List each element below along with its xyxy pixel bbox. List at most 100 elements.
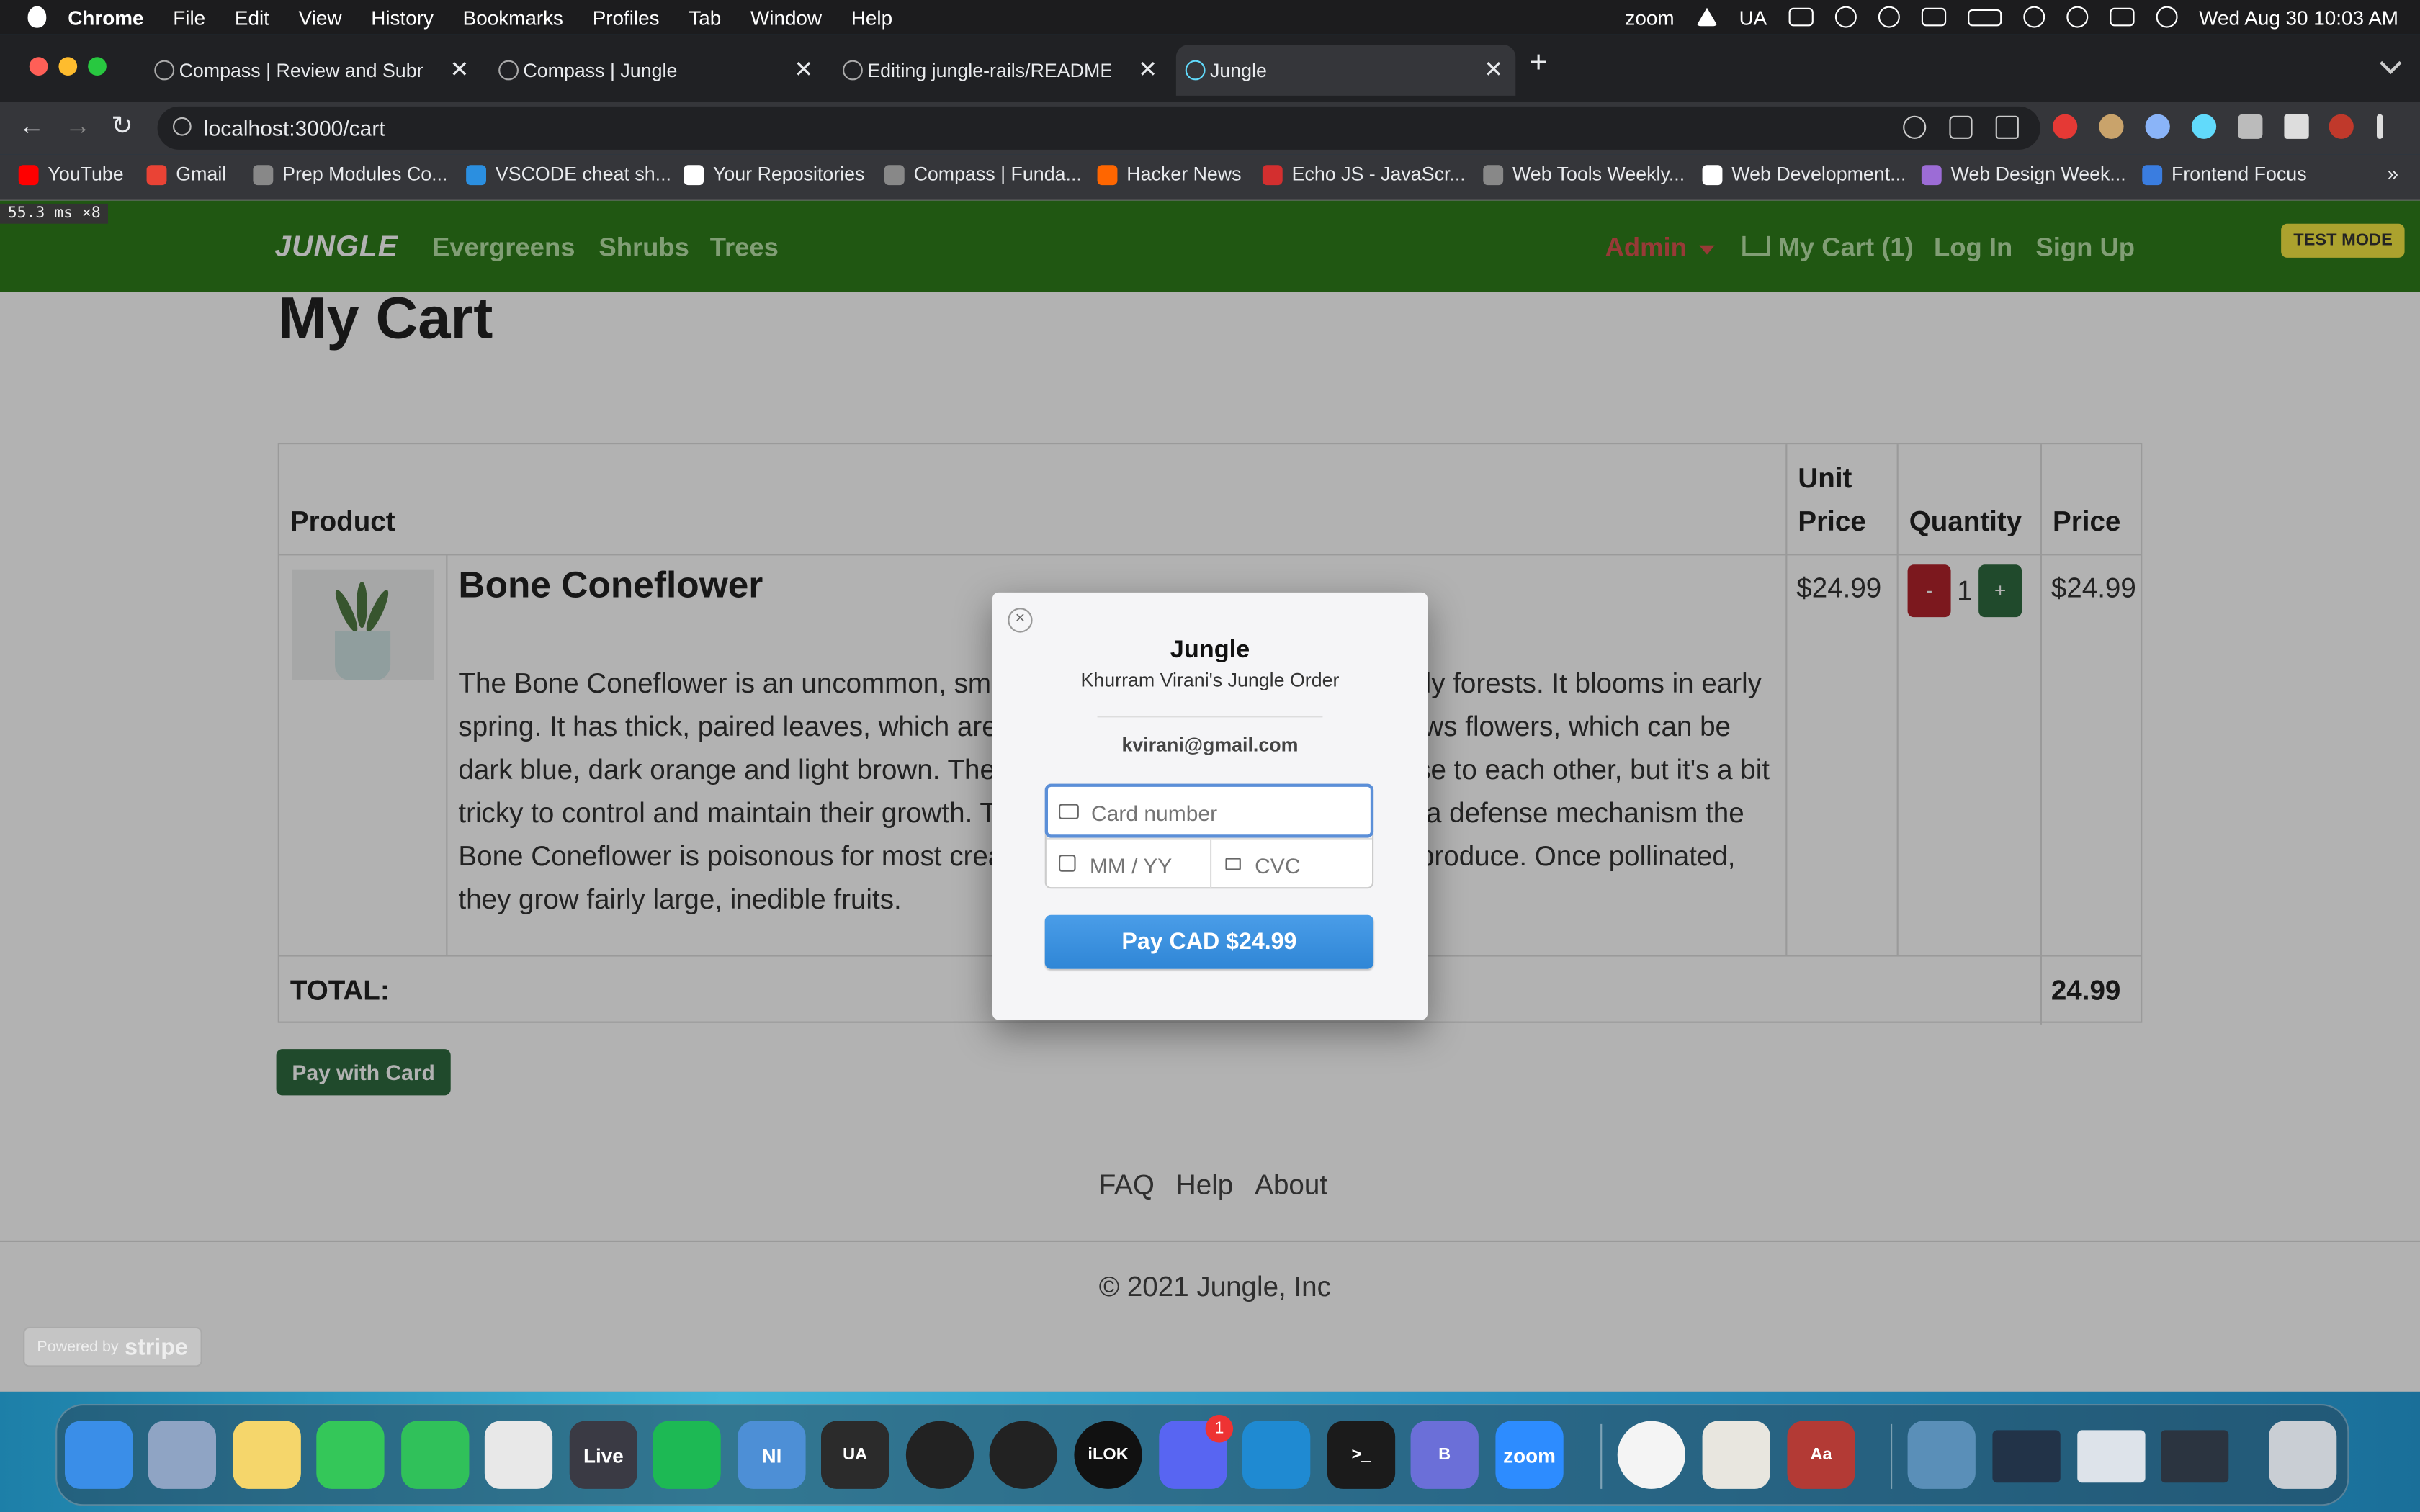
expiry-field[interactable]: [1047, 840, 1210, 889]
bookmarks-overflow-button[interactable]: »: [2387, 162, 2398, 185]
tab-compass-jungle[interactable]: Compass | Jungle ✕: [489, 45, 825, 96]
bookmark-frontend-focus[interactable]: Frontend Focus: [2142, 163, 2307, 185]
spotlight-search-icon[interactable]: [2066, 6, 2088, 28]
control-center-icon[interactable]: [2109, 7, 2135, 27]
extension-icon[interactable]: [2145, 114, 2170, 139]
ua-status[interactable]: UA: [1739, 6, 1767, 29]
window-zoom-button[interactable]: [88, 57, 107, 76]
linear-icon[interactable]: [1617, 1421, 1685, 1489]
bookmark-vscode-cheat[interactable]: VSCODE cheat sh...: [466, 163, 671, 185]
tab-jungle-active[interactable]: Jungle ✕: [1175, 45, 1516, 96]
window-thumbnail-icon[interactable]: [1992, 1430, 2061, 1483]
menu-file[interactable]: File: [173, 6, 205, 29]
ua-connect-icon[interactable]: UA: [821, 1421, 889, 1489]
forward-button[interactable]: →: [65, 111, 91, 142]
react-devtools-icon[interactable]: [2191, 114, 2217, 139]
tab-github-readme[interactable]: Editing jungle-rails/README.md ✕: [833, 45, 1170, 96]
bookmark-youtube[interactable]: YouTube: [18, 163, 124, 185]
powered-by-stripe-badge[interactable]: Powered by stripe: [23, 1326, 202, 1367]
terminal-icon[interactable]: >_: [1327, 1421, 1396, 1489]
bolt-icon[interactable]: [1695, 7, 1718, 27]
cvc-input[interactable]: [1251, 851, 1366, 880]
tab-search-chevron-icon[interactable]: [2380, 52, 2402, 75]
bookmark-web-design-weekly[interactable]: Web Design Week...: [1921, 163, 2126, 185]
card-number-input[interactable]: [1088, 799, 1357, 827]
chrome-icon[interactable]: [484, 1421, 553, 1489]
checkout-email[interactable]: kvirani@gmail.com: [992, 734, 1428, 756]
bbedit-icon[interactable]: B: [1410, 1421, 1479, 1489]
expiry-input[interactable]: [1086, 851, 1201, 880]
card-number-field[interactable]: [1044, 783, 1374, 838]
ilok-icon[interactable]: iLOK: [1074, 1421, 1142, 1489]
wifi-icon[interactable]: [2022, 6, 2045, 28]
side-panel-icon[interactable]: [2284, 114, 2309, 139]
menu-profiles[interactable]: Profiles: [593, 6, 660, 29]
menubar-clock[interactable]: Wed Aug 30 10:03 AM: [2199, 6, 2398, 29]
bookmark-compass-funda[interactable]: Compass | Funda...: [884, 163, 1082, 185]
site-info-icon[interactable]: [173, 117, 192, 136]
finder-icon[interactable]: [65, 1421, 133, 1489]
kebab-menu-icon[interactable]: [2377, 114, 2383, 139]
bookmark-gmail[interactable]: Gmail: [146, 163, 226, 185]
play-icon[interactable]: [1878, 6, 1900, 28]
tab-close-icon[interactable]: ✕: [1138, 55, 1157, 83]
window-close-button[interactable]: [29, 57, 48, 76]
window-minimize-button[interactable]: [58, 57, 78, 76]
tab-close-icon[interactable]: ✕: [1484, 55, 1503, 83]
ua-console-icon[interactable]: [905, 1421, 974, 1489]
bookmark-your-repositories[interactable]: Your Repositories: [684, 163, 864, 185]
menu-help[interactable]: Help: [851, 6, 892, 29]
menu-edit[interactable]: Edit: [235, 6, 269, 29]
ua-luna-icon[interactable]: [989, 1421, 1057, 1489]
menu-window[interactable]: Window: [750, 6, 822, 29]
menu-app-name[interactable]: Chrome: [68, 6, 143, 29]
close-modal-button[interactable]: ×: [1008, 608, 1033, 633]
trash-icon[interactable]: [2269, 1421, 2337, 1489]
notes-icon[interactable]: [233, 1421, 301, 1489]
google-lens-icon[interactable]: [1903, 115, 1927, 139]
volume-icon[interactable]: [1921, 7, 1946, 27]
profile-avatar[interactable]: [2329, 114, 2354, 139]
extension-icon[interactable]: [2099, 114, 2124, 139]
battery-icon[interactable]: [1967, 8, 2002, 26]
new-tab-button[interactable]: +: [1530, 46, 1548, 81]
menu-view[interactable]: View: [299, 6, 342, 29]
bookmark-web-tools-weekly[interactable]: Web Tools Weekly...: [1483, 163, 1685, 185]
share-icon[interactable]: [1949, 115, 1973, 139]
bookmark-prep-modules[interactable]: Prep Modules Co...: [253, 163, 447, 185]
menu-bookmarks[interactable]: Bookmarks: [463, 6, 563, 29]
reload-button[interactable]: ↻: [111, 111, 133, 142]
back-button[interactable]: ←: [19, 111, 45, 142]
window-thumbnail-icon[interactable]: [2077, 1430, 2146, 1483]
tab-compass-review[interactable]: Compass | Review and Submit ✕: [145, 45, 481, 96]
siri-icon[interactable]: [2156, 6, 2178, 28]
tab-close-icon[interactable]: ✕: [449, 55, 469, 83]
vscode-icon[interactable]: [1242, 1421, 1311, 1489]
menu-tab[interactable]: Tab: [689, 6, 721, 29]
launchpad-icon[interactable]: [148, 1421, 216, 1489]
tab-close-icon[interactable]: ✕: [794, 55, 813, 83]
address-url[interactable]: localhost:3000/cart: [204, 116, 385, 140]
facetime-icon[interactable]: [401, 1421, 470, 1489]
bookmark-echo-js[interactable]: Echo JS - JavaScr...: [1262, 163, 1466, 185]
address-bar[interactable]: localhost:3000/cart: [157, 106, 2040, 150]
bookmark-hacker-news[interactable]: Hacker News: [1097, 163, 1242, 185]
bookmark-star-icon[interactable]: [1995, 115, 2019, 139]
adblock-icon[interactable]: [2053, 114, 2078, 139]
globe-icon[interactable]: [1907, 1421, 1976, 1489]
puzzle-icon[interactable]: [2238, 114, 2263, 139]
ua-logo-icon[interactable]: [1788, 7, 1814, 27]
menu-history[interactable]: History: [371, 6, 434, 29]
spotify-icon[interactable]: [653, 1421, 721, 1489]
zoom-icon[interactable]: zoom: [1495, 1421, 1564, 1489]
native-instruments-icon[interactable]: NI: [738, 1421, 806, 1489]
bookmark-web-development[interactable]: Web Development...: [1702, 163, 1906, 185]
messages-icon[interactable]: [316, 1421, 385, 1489]
window-thumbnail-icon[interactable]: [2161, 1430, 2229, 1483]
zoom-status[interactable]: zoom: [1625, 6, 1674, 29]
cvc-field[interactable]: [1211, 840, 1372, 889]
bluetooth-icon[interactable]: [1834, 6, 1857, 28]
ableton-live-icon[interactable]: Live: [569, 1421, 637, 1489]
pay-amount-button[interactable]: Pay CAD $24.99: [1044, 914, 1374, 969]
textedit-icon[interactable]: [1702, 1421, 1770, 1489]
